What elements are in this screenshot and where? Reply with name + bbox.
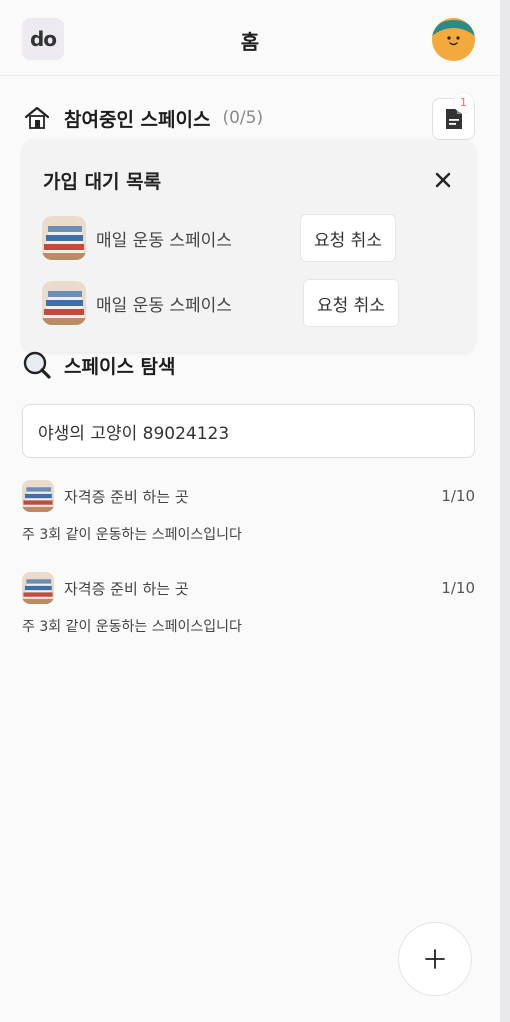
books-icon bbox=[42, 281, 86, 325]
pending-space-name: 매일 운동 스페이스 bbox=[96, 230, 232, 251]
space-name: 자격증 준비 하는 곳 bbox=[64, 487, 189, 506]
home-icon bbox=[22, 103, 52, 133]
space-thumbnail bbox=[42, 216, 86, 260]
avatar-face-icon bbox=[432, 18, 475, 61]
magnifier-icon bbox=[22, 350, 52, 380]
explore-spaces-heading: 스페이스 탐색 bbox=[22, 350, 176, 380]
joined-spaces-heading: 참여중인 스페이스 (0/5) bbox=[22, 103, 263, 133]
add-space-button[interactable] bbox=[398, 922, 472, 996]
avatar[interactable] bbox=[432, 18, 475, 61]
notification-badge: 1 bbox=[453, 92, 474, 113]
plus-icon bbox=[425, 949, 445, 969]
books-icon bbox=[22, 572, 54, 604]
cancel-request-button[interactable]: 요청 취소 bbox=[303, 279, 399, 327]
scrollbar[interactable] bbox=[500, 0, 510, 1022]
member-count: 1/10 bbox=[441, 487, 475, 505]
search-input[interactable] bbox=[22, 404, 475, 458]
space-description: 주 3회 같이 운동하는 스페이스입니다 bbox=[22, 527, 242, 543]
pending-space-name: 매일 운동 스페이스 bbox=[96, 295, 232, 316]
list-item[interactable]: 자격증 준비 하는 곳 1/10 주 3회 같이 운동하는 스페이스입니다 bbox=[22, 572, 475, 636]
app-screen: do 홈 참여중인 스페이스 (0/5) 1 가입 대기 목록 매일 운동 스페… bbox=[0, 0, 500, 1022]
books-icon bbox=[42, 216, 86, 260]
pending-list-popup: 가입 대기 목록 매일 운동 스페이스 요청 취소 매일 운동 스페이스 요청 … bbox=[22, 140, 475, 352]
close-icon[interactable] bbox=[430, 167, 456, 193]
list-item[interactable]: 자격증 준비 하는 곳 1/10 주 3회 같이 운동하는 스페이스입니다 bbox=[22, 480, 475, 544]
space-thumbnail bbox=[22, 480, 54, 512]
space-thumbnail bbox=[22, 572, 54, 604]
joined-spaces-count: (0/5) bbox=[222, 108, 264, 128]
explore-spaces-title: 스페이스 탐색 bbox=[64, 355, 176, 378]
joined-spaces-title: 참여중인 스페이스 bbox=[64, 108, 211, 131]
popup-title: 가입 대기 목록 bbox=[43, 171, 162, 193]
space-thumbnail bbox=[42, 281, 86, 325]
cancel-request-button[interactable]: 요청 취소 bbox=[300, 214, 396, 262]
space-description: 주 3회 같이 운동하는 스페이스입니다 bbox=[22, 619, 242, 635]
top-header: do 홈 bbox=[0, 0, 500, 76]
page-title: 홈 bbox=[240, 30, 260, 54]
member-count: 1/10 bbox=[441, 579, 475, 597]
space-name: 자격증 준비 하는 곳 bbox=[64, 579, 189, 598]
books-icon bbox=[22, 480, 54, 512]
